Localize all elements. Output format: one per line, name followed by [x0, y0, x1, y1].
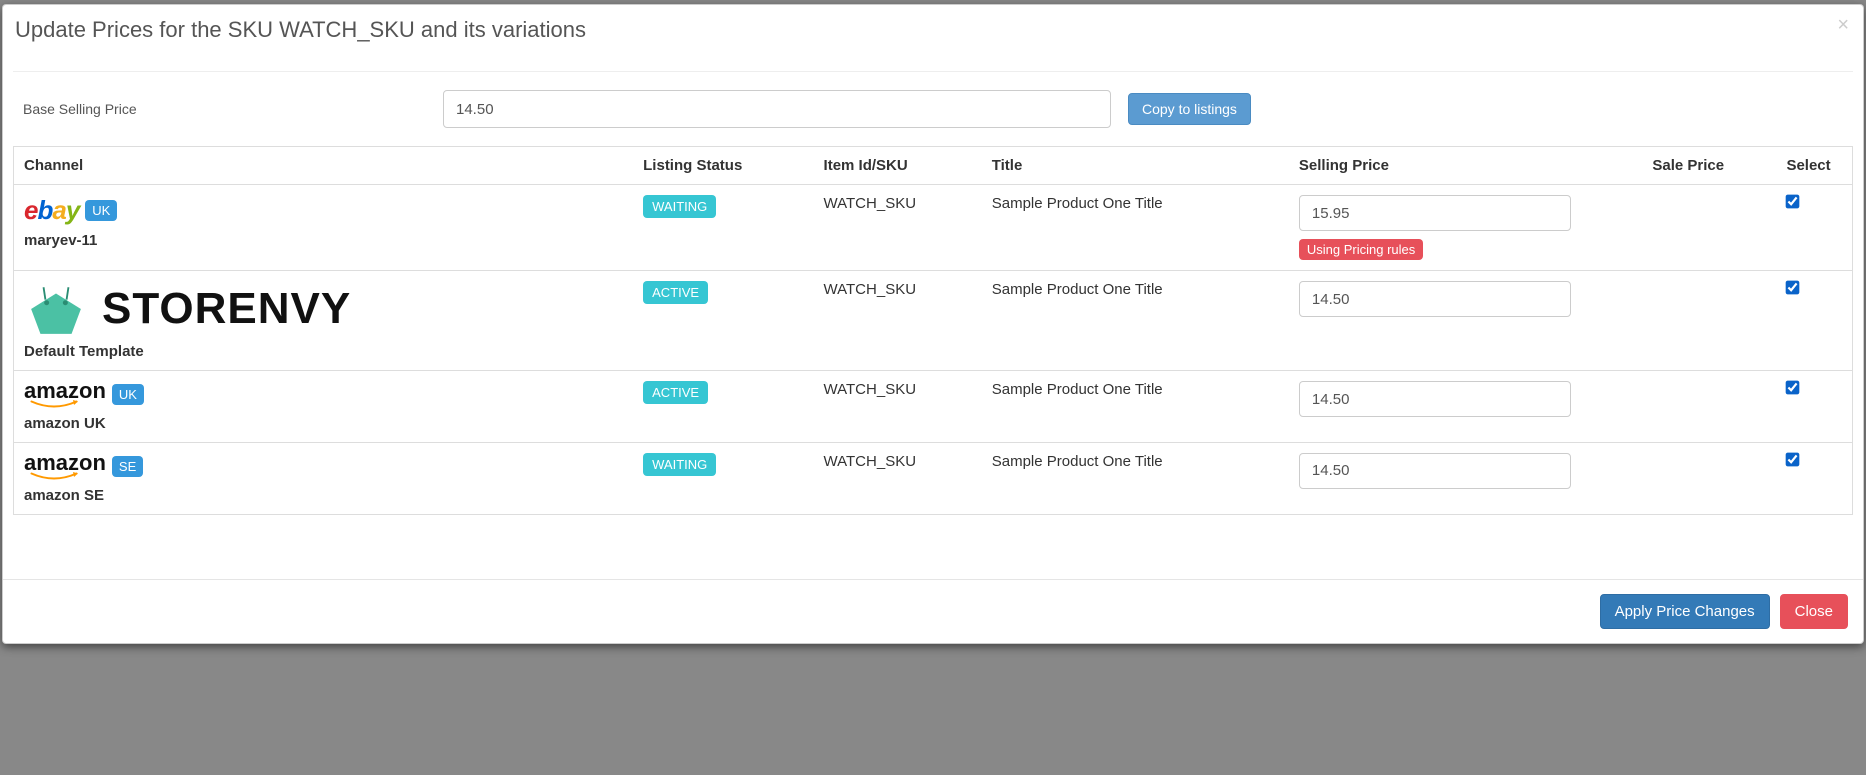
modal-close-button[interactable]: ×	[1837, 15, 1849, 35]
select-row-checkbox[interactable]	[1786, 381, 1800, 395]
modal-footer: Apply Price Changes Close	[3, 579, 1863, 643]
item-id-sku: WATCH_SKU	[816, 371, 984, 443]
pricing-rules-badge: Using Pricing rules	[1299, 239, 1423, 260]
base-price-label: Base Selling Price	[13, 101, 443, 117]
selling-price-input[interactable]	[1299, 453, 1571, 489]
sale-price-cell	[1644, 371, 1778, 443]
table-row: ebay UK maryev-11 WAITING WATCH_SKUSample P…	[14, 185, 1853, 271]
sale-price-cell	[1644, 271, 1778, 371]
col-sale-price: Sale Price	[1644, 147, 1778, 185]
table-row: amazon SE amazon SE WAITING WATCH_SKUSample…	[14, 442, 1853, 514]
selling-price-input[interactable]	[1299, 195, 1571, 231]
ebay-logo-icon: ebay	[24, 195, 79, 226]
item-id-sku: WATCH_SKU	[816, 271, 984, 371]
base-price-row: Base Selling Price Copy to listings	[13, 90, 1853, 128]
select-row-checkbox[interactable]	[1786, 452, 1800, 466]
item-id-sku: WATCH_SKU	[816, 442, 984, 514]
listing-status-badge: WAITING	[643, 195, 716, 218]
listing-title: Sample Product One Title	[984, 442, 1291, 514]
col-listing-status: Listing Status	[635, 147, 815, 185]
select-row-checkbox[interactable]	[1786, 281, 1800, 295]
listing-title: Sample Product One Title	[984, 271, 1291, 371]
item-id-sku: WATCH_SKU	[816, 185, 984, 271]
listing-status-badge: ACTIVE	[643, 281, 708, 304]
region-badge: UK	[112, 384, 144, 405]
table-row: STORENVY Default Template ACTIVE WATCH_SKU…	[14, 271, 1853, 371]
listing-title: Sample Product One Title	[984, 371, 1291, 443]
modal-header: Update Prices for the SKU WATCH_SKU and …	[3, 5, 1863, 63]
table-row: amazon UK amazon UK ACTIVE WATCH_SKUSample …	[14, 371, 1853, 443]
selling-price-input[interactable]	[1299, 281, 1571, 317]
apply-price-changes-button[interactable]: Apply Price Changes	[1600, 594, 1770, 629]
region-badge: SE	[112, 456, 143, 477]
col-title: Title	[984, 147, 1291, 185]
col-item-id-sku: Item Id/SKU	[816, 147, 984, 185]
amazon-logo-icon: amazon	[24, 381, 106, 409]
channel-name: amazon SE	[24, 487, 627, 504]
region-badge: UK	[85, 200, 117, 221]
listings-table: Channel Listing Status Item Id/SKU Title…	[13, 146, 1853, 515]
copy-to-listings-button[interactable]: Copy to listings	[1128, 93, 1251, 125]
divider	[13, 71, 1853, 72]
storenvy-logo-icon: STORENVY	[24, 281, 351, 337]
channel-name: amazon UK	[24, 415, 627, 432]
channel-name: Default Template	[24, 343, 627, 360]
col-channel: Channel	[14, 147, 636, 185]
listing-status-badge: ACTIVE	[643, 381, 708, 404]
col-select: Select	[1778, 147, 1852, 185]
select-row-checkbox[interactable]	[1786, 195, 1800, 209]
base-price-input[interactable]	[443, 90, 1111, 128]
listing-status-badge: WAITING	[643, 453, 716, 476]
update-prices-modal: Update Prices for the SKU WATCH_SKU and …	[2, 4, 1864, 644]
sale-price-cell	[1644, 185, 1778, 271]
listing-title: Sample Product One Title	[984, 185, 1291, 271]
selling-price-input[interactable]	[1299, 381, 1571, 417]
channel-name: maryev-11	[24, 232, 627, 249]
close-button[interactable]: Close	[1780, 594, 1848, 629]
amazon-logo-icon: amazon	[24, 453, 106, 481]
modal-title: Update Prices for the SKU WATCH_SKU and …	[15, 17, 1848, 43]
sale-price-cell	[1644, 442, 1778, 514]
col-selling-price: Selling Price	[1291, 147, 1644, 185]
